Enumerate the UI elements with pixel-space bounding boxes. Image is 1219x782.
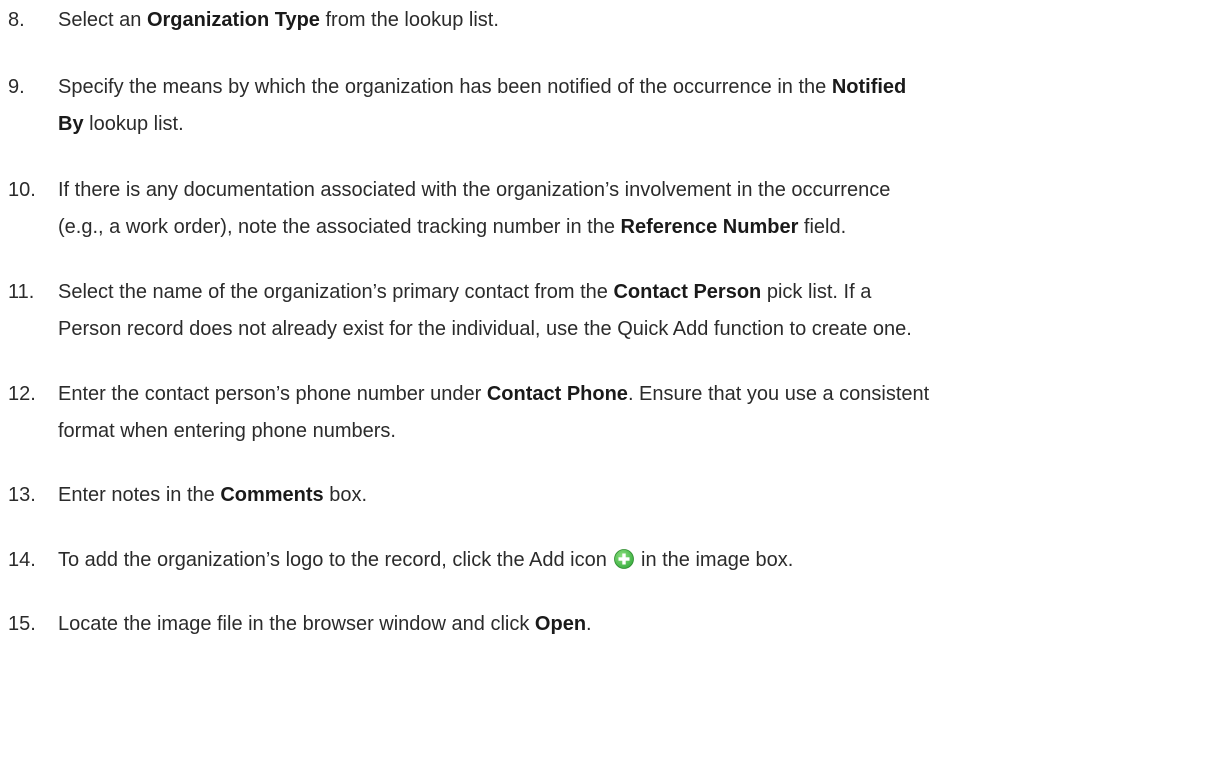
step-text: pick list. If a <box>761 281 872 303</box>
field-name-highlight: Comments <box>220 484 324 506</box>
step-text: lookup list. <box>83 113 184 135</box>
step-text: format when entering phone numbers. <box>58 420 396 442</box>
step-text-line: Locate the image file in the browser win… <box>58 606 1215 643</box>
step-text-line: To add the organization’s logo to the re… <box>58 542 1215 579</box>
step-item: 9. Specify the means by which the organiz… <box>0 69 1215 143</box>
step-number: 14. <box>8 549 36 571</box>
step-text: field. <box>798 216 847 238</box>
step-text: Person record does not already exist for… <box>58 318 912 340</box>
step-item: 10. If there is any documentation associa… <box>0 172 1215 246</box>
step-item: 11. Select the name of the organization’s… <box>0 274 1215 348</box>
step-text: in the image box. <box>635 549 794 571</box>
step-text-line: Enter the contact person’s phone number … <box>58 376 1215 413</box>
step-number: 8. <box>8 9 25 31</box>
step-text-line: format when entering phone numbers. <box>58 413 1215 450</box>
step-item: 12. Enter the contact person’s phone numb… <box>0 376 1215 450</box>
step-number: 13. <box>8 484 36 506</box>
step-item: 14. To add the organization’s logo to the… <box>0 542 1215 579</box>
step-text-line: (e.g., a work order), note the associate… <box>58 209 1215 246</box>
step-text-line: If there is any documentation associated… <box>58 172 1215 209</box>
step-text: If there is any documentation associated… <box>58 179 891 201</box>
step-text: from the lookup list. <box>319 9 499 31</box>
step-text: box. <box>323 484 368 506</box>
field-name-highlight: Contact Person <box>613 281 762 303</box>
step-text: Locate the image file in the browser win… <box>58 613 535 635</box>
step-text-line: Select the name of the organization’s pr… <box>58 274 1215 311</box>
step-number: 11. <box>8 281 35 303</box>
step-text: To add the organization’s logo to the re… <box>58 549 613 571</box>
field-name-highlight: By <box>58 113 84 135</box>
step-number: 12. <box>8 383 36 405</box>
step-item: 13. Enter notes in the Comments box. <box>0 477 1215 514</box>
step-text: . <box>586 613 592 635</box>
field-name-highlight: Open <box>534 613 587 635</box>
step-text: Specify the means by which the organizat… <box>58 76 832 98</box>
field-name-highlight: Contact Phone <box>486 383 628 405</box>
step-text-line: Select an Organization Type from the loo… <box>58 2 1215 39</box>
step-number: 9. <box>8 76 25 98</box>
step-number: 15. <box>8 613 36 635</box>
step-text-line: Specify the means by which the organizat… <box>58 69 1215 106</box>
step-item: 15. Locate the image file in the browser … <box>0 606 1215 643</box>
add-icon <box>614 545 635 569</box>
step-text: Select an <box>58 9 147 31</box>
step-text-line: Person record does not already exist for… <box>58 311 1215 348</box>
step-text: Select the name of the organization’s pr… <box>58 281 614 303</box>
step-text: . Ensure that you use a consistent <box>627 383 930 405</box>
step-text-line: By lookup list. <box>58 106 1215 143</box>
step-text: (e.g., a work order), note the associate… <box>58 216 621 238</box>
field-name-highlight: Reference Number <box>620 216 799 238</box>
step-text: Enter notes in the <box>58 484 221 506</box>
field-name-highlight: Organization Type <box>146 9 320 31</box>
step-number: 10. <box>8 179 36 201</box>
step-text-line: Enter notes in the Comments box. <box>58 477 1215 514</box>
field-name-highlight: Notified <box>831 76 907 98</box>
step-text: Enter the contact person’s phone number … <box>58 383 487 405</box>
step-item: 8. Select an Organization Type from the l… <box>0 2 1215 39</box>
